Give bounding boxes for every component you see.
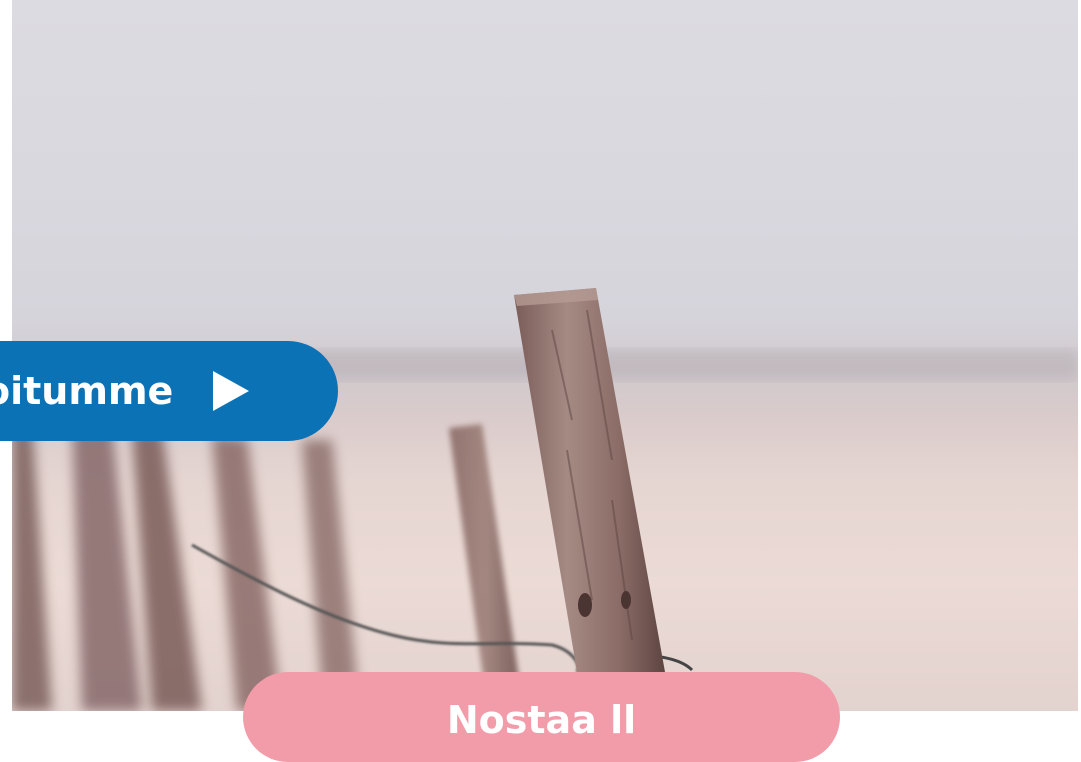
secondary-button-label: Nostaa ll [446, 698, 637, 742]
secondary-button[interactable]: Nostaa ll [243, 672, 840, 762]
play-arrow-icon [213, 371, 250, 411]
cta-button[interactable]: oitumme [0, 341, 338, 441]
cta-label: oitumme [0, 369, 174, 413]
